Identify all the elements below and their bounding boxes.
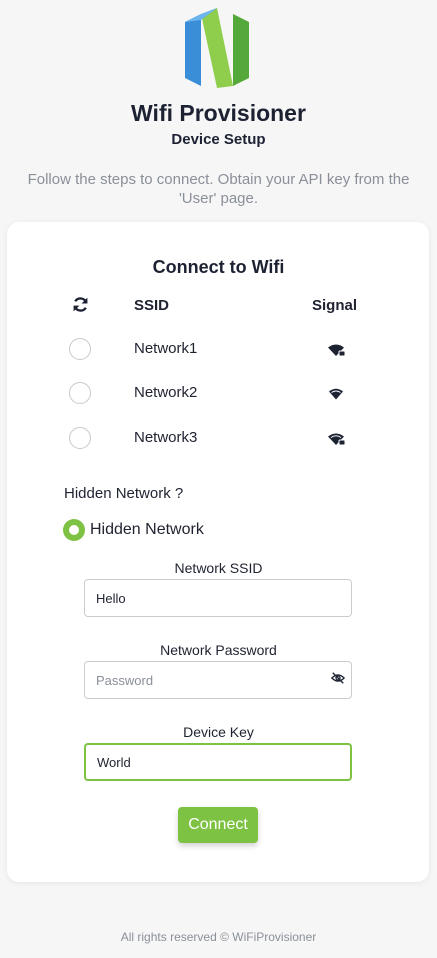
footer-text: All rights reserved © WiFiProvisioner [120, 930, 317, 944]
hidden-network-question: Hidden Network ? [64, 485, 184, 502]
instructions-text: Follow the steps to connect. Obtain your… [27, 171, 410, 207]
n-logo-icon [185, 8, 249, 88]
app-title: Wifi Provisioner [131, 100, 306, 126]
card-title: Connect to Wifi [152, 257, 285, 277]
network-password-input[interactable] [84, 661, 352, 699]
wifi-icon [329, 388, 343, 400]
network-ssid: Network3 [134, 429, 198, 446]
device-key-label: Device Key [183, 724, 254, 740]
network-ssid: Network2 [134, 384, 198, 401]
wifi-locked-icon [328, 433, 345, 446]
network-ssid-label: Network SSID [174, 560, 263, 576]
connect-card [7, 222, 429, 882]
network-ssid: Network1 [134, 340, 198, 357]
app-subtitle: Device Setup [171, 131, 266, 148]
hidden-network-label[interactable]: Hidden Network [90, 521, 204, 539]
hidden-network-radio[interactable] [63, 519, 85, 541]
network-row[interactable]: Network2 [0, 379, 437, 409]
network-row[interactable]: Network3 [0, 424, 437, 454]
ssid-column-header: SSID [134, 297, 170, 314]
wifi-locked-icon [328, 344, 345, 357]
network-radio[interactable] [69, 382, 91, 404]
network-password-label: Network Password [160, 642, 277, 658]
network-row[interactable]: Network1 [0, 335, 437, 365]
connect-button[interactable]: Connect [178, 807, 258, 843]
network-radio[interactable] [69, 338, 91, 360]
signal-column-header: Signal [312, 297, 358, 314]
refresh-icon[interactable] [72, 296, 89, 313]
device-key-input[interactable] [84, 743, 352, 781]
network-radio[interactable] [69, 427, 91, 449]
eye-off-icon[interactable] [331, 671, 345, 685]
network-ssid-input[interactable] [84, 579, 352, 617]
